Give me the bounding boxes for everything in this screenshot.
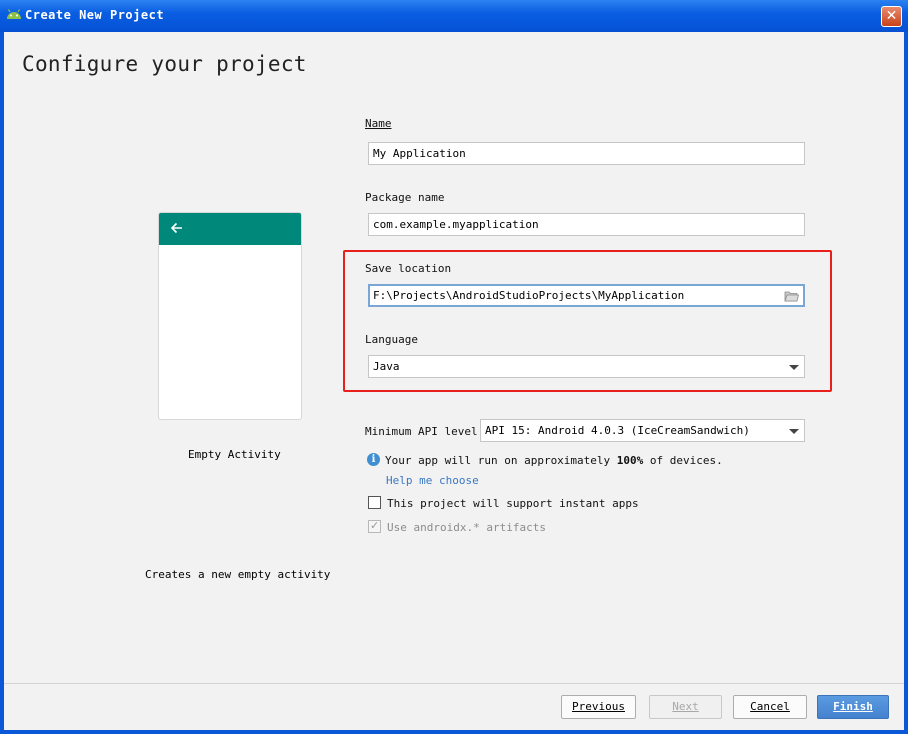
info-icon: i (367, 453, 380, 466)
folder-icon[interactable] (784, 290, 799, 302)
min-api-label: Minimum API level (365, 425, 478, 438)
checkmark-icon: ✓ (370, 519, 380, 532)
instant-apps-checkbox[interactable] (368, 496, 381, 509)
language-select[interactable]: Java (368, 355, 805, 378)
name-input[interactable]: My Application (368, 142, 805, 165)
template-name: Empty Activity (188, 448, 281, 461)
next-button[interactable]: Next (649, 695, 722, 719)
save-location-label: Save location (365, 262, 452, 275)
chevron-down-icon (789, 365, 799, 370)
previous-button[interactable]: Previous (561, 695, 636, 719)
package-name-label: Package name (365, 191, 445, 204)
template-preview (158, 212, 302, 420)
androidx-checkbox[interactable]: ✓ (368, 519, 381, 533)
chevron-down-icon (789, 429, 799, 434)
close-icon: ✕ (885, 8, 898, 24)
save-location-input[interactable]: F:\Projects\AndroidStudioProjects\MyAppl… (368, 284, 805, 307)
androidx-label: Use androidx.* artifacts (387, 521, 546, 534)
finish-button[interactable]: Finish (817, 695, 889, 719)
language-label: Language (365, 333, 418, 346)
min-api-value: API 15: Android 4.0.3 (IceCreamSandwich) (485, 424, 750, 437)
min-api-select[interactable]: API 15: Android 4.0.3 (IceCreamSandwich) (480, 419, 805, 442)
title-bar[interactable]: Create New Project ✕ (0, 0, 908, 32)
dialog-body: Configure your project Empty Activity Cr… (4, 32, 904, 730)
instant-apps-label[interactable]: This project will support instant apps (387, 497, 639, 510)
page-title: Configure your project (22, 52, 307, 76)
preview-toolbar (159, 213, 301, 245)
name-label: Name (365, 117, 392, 130)
arrow-left-icon (170, 222, 182, 234)
api-coverage-text: Your app will run on approximately 100% … (385, 454, 723, 467)
create-project-window: Create New Project ✕ Configure your proj… (0, 0, 908, 734)
cancel-button[interactable]: Cancel (733, 695, 807, 719)
help-me-choose-link[interactable]: Help me choose (386, 474, 479, 487)
language-value: Java (373, 360, 400, 373)
android-icon (7, 9, 21, 19)
window-title: Create New Project (25, 8, 165, 22)
close-button[interactable]: ✕ (881, 6, 902, 27)
package-name-input[interactable]: com.example.myapplication (368, 213, 805, 236)
template-description: Creates a new empty activity (145, 568, 331, 581)
footer-divider (4, 683, 904, 684)
save-location-value: F:\Projects\AndroidStudioProjects\MyAppl… (373, 289, 685, 302)
